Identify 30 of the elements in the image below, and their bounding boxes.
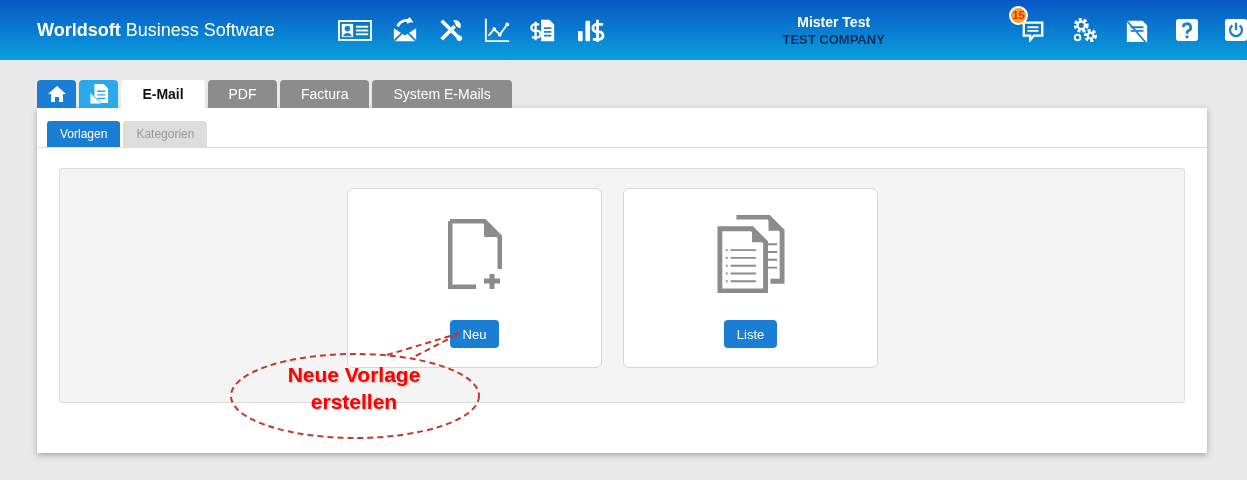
documents-tab[interactable]: [79, 80, 118, 108]
home-icon: [46, 85, 67, 103]
document-list-icon: [716, 217, 785, 291]
envelope-arrow-icon[interactable]: [392, 17, 419, 43]
new-button[interactable]: Neu: [449, 320, 500, 348]
bar-dollar-icon[interactable]: [576, 17, 607, 43]
gears-icon[interactable]: [1072, 17, 1098, 43]
tools-icon[interactable]: [438, 17, 465, 43]
notification-badge: 15: [1009, 6, 1028, 25]
app-title: Worldsoft Business Software: [37, 19, 276, 41]
list-button[interactable]: Liste: [723, 320, 778, 348]
new-document-icon: [447, 217, 502, 291]
tab[interactable]: System E-Mails: [372, 80, 512, 108]
document-ruler-icon: [88, 83, 109, 105]
sub-tab[interactable]: Kategorien: [123, 121, 208, 147]
sub-tab[interactable]: Vorlagen: [47, 121, 121, 147]
user-name: Mister Test: [796, 13, 872, 30]
tab[interactable]: PDF: [208, 80, 277, 108]
company-name: TEST COMPANY: [781, 31, 886, 47]
tab[interactable]: Factura: [280, 80, 370, 108]
line-chart-icon[interactable]: [484, 17, 511, 43]
contact-card-icon[interactable]: [338, 19, 373, 41]
tab[interactable]: E-Mail: [121, 80, 205, 108]
callout-text: Neue Vorlage erstellen: [286, 362, 422, 415]
help-icon[interactable]: [1176, 19, 1198, 41]
dollar-document-icon[interactable]: [530, 17, 557, 43]
fax-icon[interactable]: [1125, 17, 1149, 43]
home-tab[interactable]: [37, 80, 76, 108]
chat-icon[interactable]: [1021, 18, 1045, 42]
power-icon[interactable]: [1225, 19, 1247, 41]
